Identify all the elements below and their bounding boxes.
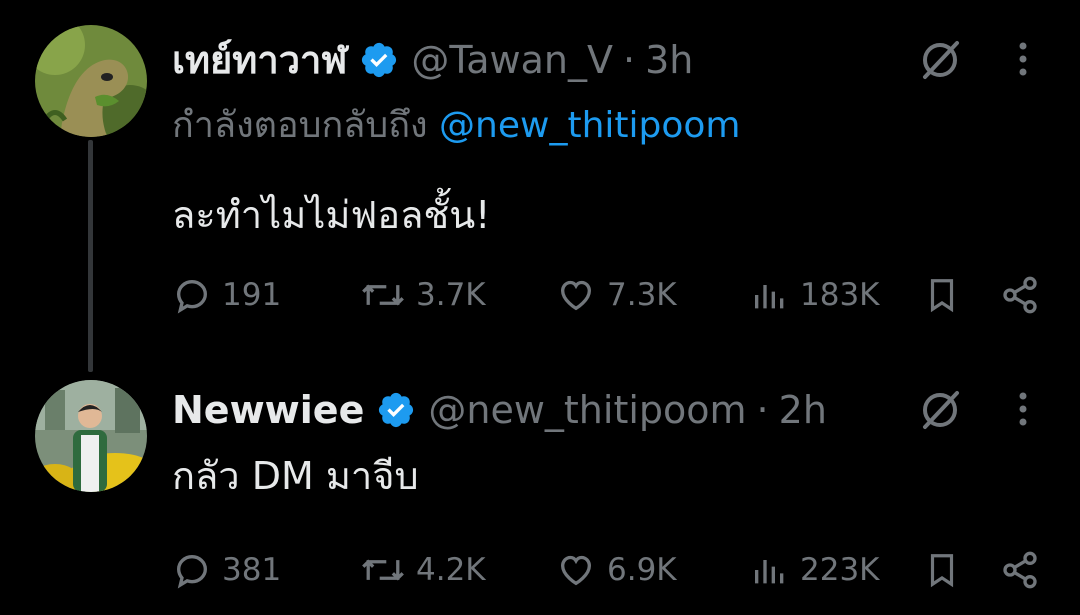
repost-icon [360, 275, 406, 315]
verified-badge-icon [359, 40, 399, 80]
tweet-header: เทย์ทาวาฬ @Tawan_V · 3h [172, 40, 693, 80]
replying-to: กำลังตอบกลับถึง @new_thitipoom [172, 104, 740, 148]
like-button[interactable]: 6.9K [555, 545, 677, 595]
action-bar: 381 4.2K 6.9K 223K [0, 545, 1080, 595]
tweet-text: กลัว DM มาจีบ [172, 454, 419, 498]
like-button[interactable]: 7.3K [555, 270, 677, 320]
reply-icon [172, 550, 212, 590]
replying-mention-link[interactable]: @new_thitipoom [439, 105, 740, 146]
views-button[interactable]: 183K [750, 270, 880, 320]
author-handle[interactable]: @Tawan_V [411, 40, 613, 80]
bookmark-icon[interactable] [920, 270, 964, 320]
repost-button[interactable]: 3.7K [360, 270, 486, 320]
bookmark-icon[interactable] [920, 545, 964, 595]
replying-prefix: กำลังตอบกลับถึง [172, 105, 428, 146]
views-button[interactable]: 223K [750, 545, 880, 595]
tweet-1[interactable]: เทย์ทาวาฬ @Tawan_V · 3h กำลังตอบกลับถึง … [0, 0, 1080, 330]
share-icon[interactable] [998, 270, 1042, 320]
repost-count: 4.2K [416, 552, 486, 588]
tweet-header: Newwiee @new_thitipoom · 2h [172, 390, 827, 430]
separator: · [756, 388, 769, 432]
grok-icon[interactable] [916, 36, 964, 84]
more-icon[interactable] [1008, 385, 1038, 433]
share-icon[interactable] [998, 545, 1042, 595]
tweet-text: ละทำไมไม่ฟอลชั้น! [172, 193, 491, 237]
reply-button[interactable]: 191 [172, 270, 281, 320]
reply-count: 381 [222, 552, 282, 588]
repost-count: 3.7K [416, 277, 486, 313]
views-icon [750, 550, 790, 590]
view-count: 223K [800, 552, 880, 588]
repost-button[interactable]: 4.2K [360, 545, 486, 595]
view-count: 183K [800, 277, 880, 313]
avatar[interactable] [35, 25, 147, 137]
tweet-2[interactable]: Newwiee @new_thitipoom · 2h กลัว DM มาจี… [0, 370, 1080, 615]
more-icon[interactable] [1008, 35, 1038, 83]
reply-button[interactable]: 381 [172, 545, 281, 595]
author-name[interactable]: Newwiee [172, 390, 364, 430]
action-bar: 191 3.7K 7.3K 183K [0, 270, 1080, 320]
verified-badge-icon [376, 390, 416, 430]
like-count: 7.3K [607, 277, 677, 313]
reply-icon [172, 275, 212, 315]
grok-icon[interactable] [916, 386, 964, 434]
author-handle[interactable]: @new_thitipoom [428, 390, 746, 430]
like-count: 6.9K [607, 552, 677, 588]
like-icon [555, 550, 597, 590]
timestamp[interactable]: 2h [779, 390, 827, 430]
timestamp[interactable]: 3h [645, 40, 693, 80]
views-icon [750, 275, 790, 315]
repost-icon [360, 550, 406, 590]
separator: · [623, 38, 636, 82]
like-icon [555, 275, 597, 315]
avatar[interactable] [35, 380, 147, 492]
reply-count: 191 [222, 277, 282, 313]
author-name[interactable]: เทย์ทาวาฬ [172, 40, 347, 80]
